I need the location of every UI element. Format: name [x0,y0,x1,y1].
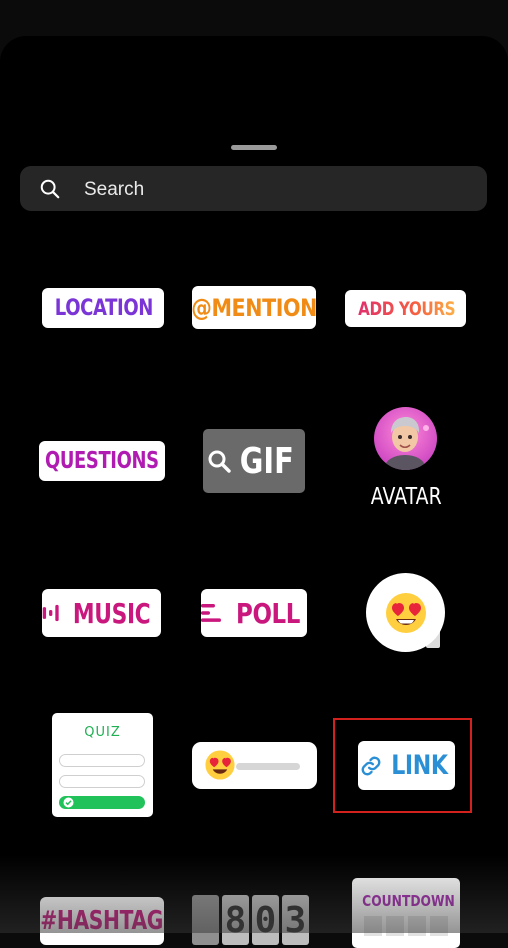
quiz-option [59,754,145,767]
countdown-sticker[interactable]: COUNTDOWN [352,878,460,948]
countdown-cell [430,916,448,936]
link-highlight-box [333,718,472,813]
avatar-label: AVATAR [356,484,456,510]
avatar-figure-icon [374,407,437,470]
questions-label: QUESTIONS [45,448,159,474]
magnifier-icon [207,449,231,473]
drag-handle[interactable] [231,145,277,150]
countdown-label: COUNTDOWN [352,892,460,910]
slider-track [236,763,300,770]
quiz-option [59,775,145,788]
gif-label: GIF [240,441,294,482]
check-icon [63,797,74,808]
mention-sticker[interactable]: @MENTION [192,286,316,329]
counter-sticker[interactable]: 8 0 3 [192,895,317,945]
music-bars-icon [42,602,60,624]
search-bar[interactable] [20,166,487,211]
counter-digit: 8 [222,895,249,945]
avatar-label-text: AVATAR [371,484,442,510]
counter-digit: 3 [282,895,309,945]
counter-digit: 0 [252,895,279,945]
quiz-sticker[interactable]: QUIZ [52,713,153,817]
emoji-reaction-sticker[interactable] [366,573,445,652]
avatar-sticker[interactable] [374,407,437,470]
location-sticker[interactable]: LOCATION [42,288,164,328]
quiz-correct-option [59,796,145,809]
add-yours-label: ADD YOURS [358,298,455,320]
music-sticker[interactable]: MUSIC [42,589,161,637]
hashtag-label: #HASHTAG [41,906,164,936]
heart-eyes-emoji-icon [204,749,236,781]
location-label: LOCATION [55,296,153,321]
music-label: MUSIC [73,597,150,630]
quiz-label: QUIZ [52,725,153,740]
heart-eyes-emoji-icon [384,591,428,635]
poll-label: POLL [236,597,300,630]
hashtag-sticker[interactable]: #HASHTAG [40,897,164,945]
emoji-slider-sticker[interactable] [192,742,317,789]
gif-sticker[interactable]: GIF [203,429,305,493]
counter-digit [192,895,219,945]
countdown-cell [364,916,382,936]
add-yours-sticker[interactable]: ADD YOURS [345,290,466,327]
countdown-cell [408,916,426,936]
countdown-cells [364,916,448,936]
countdown-label-text: COUNTDOWN [362,892,455,910]
search-icon [39,178,61,200]
countdown-cell [386,916,404,936]
mention-label: @MENTION [191,294,317,322]
questions-sticker[interactable]: QUESTIONS [39,441,165,481]
poll-sticker[interactable]: POLL [201,589,307,637]
poll-lines-icon [201,603,223,623]
search-input[interactable] [82,166,476,213]
